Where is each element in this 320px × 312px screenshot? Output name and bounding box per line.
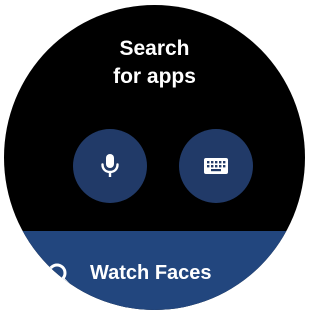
search-icon <box>47 263 73 289</box>
search-result-item[interactable]: Watch Faces <box>4 231 305 310</box>
keyboard-icon <box>204 158 228 174</box>
search-title: Search for apps <box>4 35 305 91</box>
search-title-line1: Search <box>119 37 190 60</box>
voice-search-button[interactable] <box>73 129 147 203</box>
search-title-line2: for apps <box>113 65 196 88</box>
microphone-icon <box>101 154 119 177</box>
keyboard-search-button[interactable] <box>179 129 253 203</box>
search-result-label: Watch Faces <box>90 262 212 284</box>
watch-screen: Search for apps Watch Faces <box>4 5 305 310</box>
